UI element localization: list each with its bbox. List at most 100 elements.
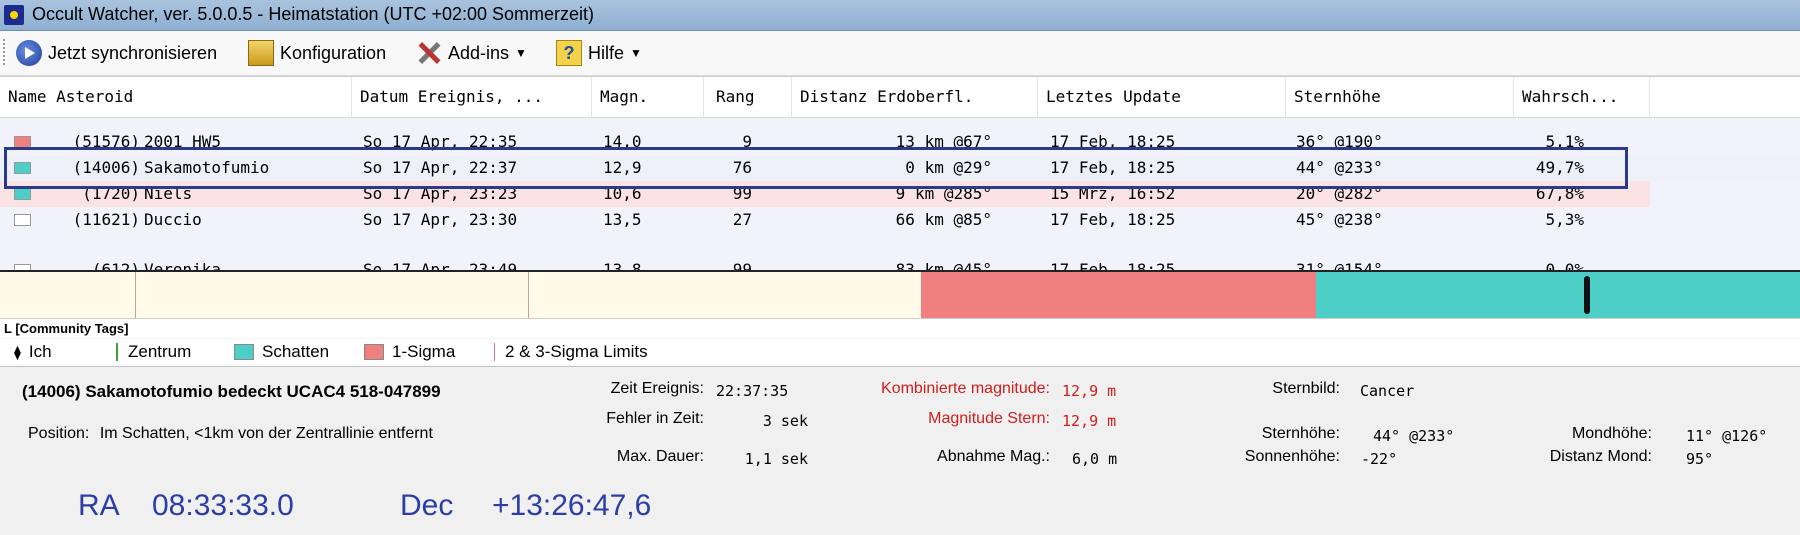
max-duration-label: Max. Dauer: xyxy=(616,448,704,465)
config-icon xyxy=(248,40,274,66)
title-bar: Occult Watcher, ver. 5.0.0.5 - Heimatsta… xyxy=(0,0,1800,31)
table-row[interactable]: (51576) 2001 HW5 So 17 Apr, 22:35 14,0 9… xyxy=(0,129,1800,155)
cell-id: (51576) xyxy=(72,132,140,151)
cell-rank: 9 xyxy=(742,132,752,151)
cell-altitude: 44° @233° xyxy=(1296,158,1383,177)
event-details-panel: (14006) Sakamotofumio bedeckt UCAC4 518-… xyxy=(0,366,1800,535)
legend-shadow: Schatten xyxy=(234,339,329,365)
cell-rank: 27 xyxy=(732,210,752,229)
app-icon xyxy=(4,5,24,25)
col-header-distance[interactable]: Distanz Erdoberfl. xyxy=(792,77,1038,117)
table-row-selected[interactable]: (14006) Sakamotofumio So 17 Apr, 22:37 1… xyxy=(0,155,1800,181)
col-header-date[interactable]: Datum Ereignis, ... xyxy=(352,77,592,117)
cell-name: Duccio xyxy=(144,210,202,229)
col-header-update[interactable]: Letztes Update xyxy=(1038,77,1286,117)
row-color-flag xyxy=(14,214,31,226)
sun-altitude-label: Sonnenhöhe: xyxy=(1244,448,1340,465)
sync-icon xyxy=(16,40,42,66)
observer-marker-icon: ⧫ xyxy=(14,344,21,360)
col-header-altitude[interactable]: Sternhöhe xyxy=(1286,77,1514,117)
toolbar: Jetzt synchronisieren Konfiguration Add-… xyxy=(0,31,1800,76)
moon-altitude-value: 11° @126° xyxy=(1686,427,1768,445)
help-icon: ? xyxy=(556,40,582,66)
cell-altitude: 36° @190° xyxy=(1296,132,1383,151)
constellation-label: Sternbild: xyxy=(1272,380,1340,397)
cell-rank: 76 xyxy=(732,158,752,177)
tools-icon xyxy=(416,40,442,66)
time-error-label: Fehler in Zeit: xyxy=(606,410,704,427)
cell-mag: 13,5 xyxy=(603,210,642,229)
cell-distance: 9 km @285° xyxy=(895,184,992,203)
legend-sigma-label: 1-Sigma xyxy=(392,342,456,361)
help-menu[interactable]: ? Hilfe ▼ xyxy=(556,40,642,66)
time-error-value: 3 sek xyxy=(762,412,808,430)
moon-altitude-label: Mondhöhe: xyxy=(1571,425,1652,442)
event-heading: (14006) Sakamotofumio bedeckt UCAC4 518-… xyxy=(22,382,441,401)
mag-drop-value: 6,0 m xyxy=(1072,450,1118,468)
limit-line-icon xyxy=(494,343,495,361)
event-time-label: Zeit Ereignis: xyxy=(610,380,704,397)
moon-distance-label: Distanz Mond: xyxy=(1549,448,1652,465)
cell-distance: 13 km @67° xyxy=(895,132,992,151)
legend-limits: 2 & 3-Sigma Limits xyxy=(494,339,648,365)
chevron-down-icon: ▼ xyxy=(630,46,642,60)
max-duration-value: 1,1 sek xyxy=(744,450,808,468)
addins-menu[interactable]: Add-ins ▼ xyxy=(416,41,527,65)
legend-center: Zentrum xyxy=(116,339,191,365)
cell-distance: 83 km @45° xyxy=(895,260,992,271)
sync-label: Jetzt synchronisieren xyxy=(48,42,218,63)
cell-date: So 17 Apr, 23:23 xyxy=(363,184,518,203)
sigma-limit-line xyxy=(528,272,529,318)
legend-center-label: Zentrum xyxy=(128,342,192,361)
ra-value: 08:33:33.0 xyxy=(152,489,294,522)
cell-name: Niels xyxy=(144,184,193,203)
mag-drop-label: Abnahme Mag.: xyxy=(937,448,1050,465)
table-row[interactable]: (11621) Duccio So 17 Apr, 23:30 13,5 27 … xyxy=(0,207,1800,233)
combined-mag-value: 12,9 m xyxy=(1062,382,1117,400)
sync-button[interactable]: Jetzt synchronisieren xyxy=(16,40,218,66)
shadow-band xyxy=(1316,272,1800,318)
legend-me-label: Ich xyxy=(28,342,52,361)
cell-probability: 49,7% xyxy=(1535,158,1584,177)
path-timeline[interactable] xyxy=(0,272,1800,318)
timeline-legend: ⧫ Ich Zentrum Schatten 1-Sigma 2 & 3-Sig… xyxy=(0,339,1800,365)
legend-me: ⧫ Ich xyxy=(14,339,52,365)
col-header-rank[interactable]: Rang xyxy=(704,77,792,117)
cell-probability: 67,8% xyxy=(1535,184,1584,203)
cell-probability: 5,1% xyxy=(1545,132,1584,151)
legend-shadow-label: Schatten xyxy=(262,342,330,361)
legend-sigma: 1-Sigma xyxy=(364,339,455,365)
ra-label: RA xyxy=(78,489,120,522)
shadow-swatch-icon xyxy=(234,344,254,360)
cell-rank: 99 xyxy=(732,260,752,271)
cell-name: Sakamotofumio xyxy=(144,158,270,177)
moon-distance-value: 95° xyxy=(1686,450,1714,468)
table-row[interactable]: (1720) Niels So 17 Apr, 23:23 10,6 99 9 … xyxy=(0,181,1650,207)
cell-name: 2001 HW5 xyxy=(144,132,222,151)
chevron-down-icon: ▼ xyxy=(515,46,527,60)
cell-update: 17 Feb, 18:25 xyxy=(1050,158,1176,177)
cell-update: 17 Feb, 18:25 xyxy=(1050,260,1176,271)
cell-date: So 17 Apr, 22:37 xyxy=(363,158,518,177)
row-color-flag xyxy=(14,188,31,200)
col-header-name[interactable]: Name Asteroid xyxy=(0,77,352,117)
cell-mag: 14,0 xyxy=(603,132,642,151)
cell-mag: 12,9 xyxy=(603,158,642,177)
position-value: Im Schatten, <1km von der Zentrallinie e… xyxy=(99,425,433,442)
col-header-probability[interactable]: Wahrsch... xyxy=(1514,77,1650,117)
cell-name: Veronika xyxy=(144,260,222,271)
cell-id: (11621) xyxy=(72,210,140,229)
addins-label: Add-ins xyxy=(448,42,510,63)
cell-update: 15 Mrz, 16:52 xyxy=(1050,184,1176,203)
combined-mag-label: Kombinierte magnitude: xyxy=(881,380,1050,397)
cell-altitude: 20° @282° xyxy=(1296,184,1383,203)
community-tags-bar[interactable]: L [Community Tags] xyxy=(0,318,1800,338)
col-header-mag[interactable]: Magn. xyxy=(592,77,704,117)
config-button[interactable]: Konfiguration xyxy=(248,40,386,66)
table-row[interactable]: (612) Veronika So 17 Apr, 23:49 13,8 99 … xyxy=(0,257,1800,271)
star-altitude-label: Sternhöhe: xyxy=(1261,425,1340,442)
grid-header: Name Asteroid Datum Ereignis, ... Magn. … xyxy=(0,77,1800,118)
cell-distance: 0 km @29° xyxy=(905,158,992,177)
toolbar-grip[interactable] xyxy=(3,39,9,65)
sigma-swatch-icon xyxy=(364,344,384,360)
